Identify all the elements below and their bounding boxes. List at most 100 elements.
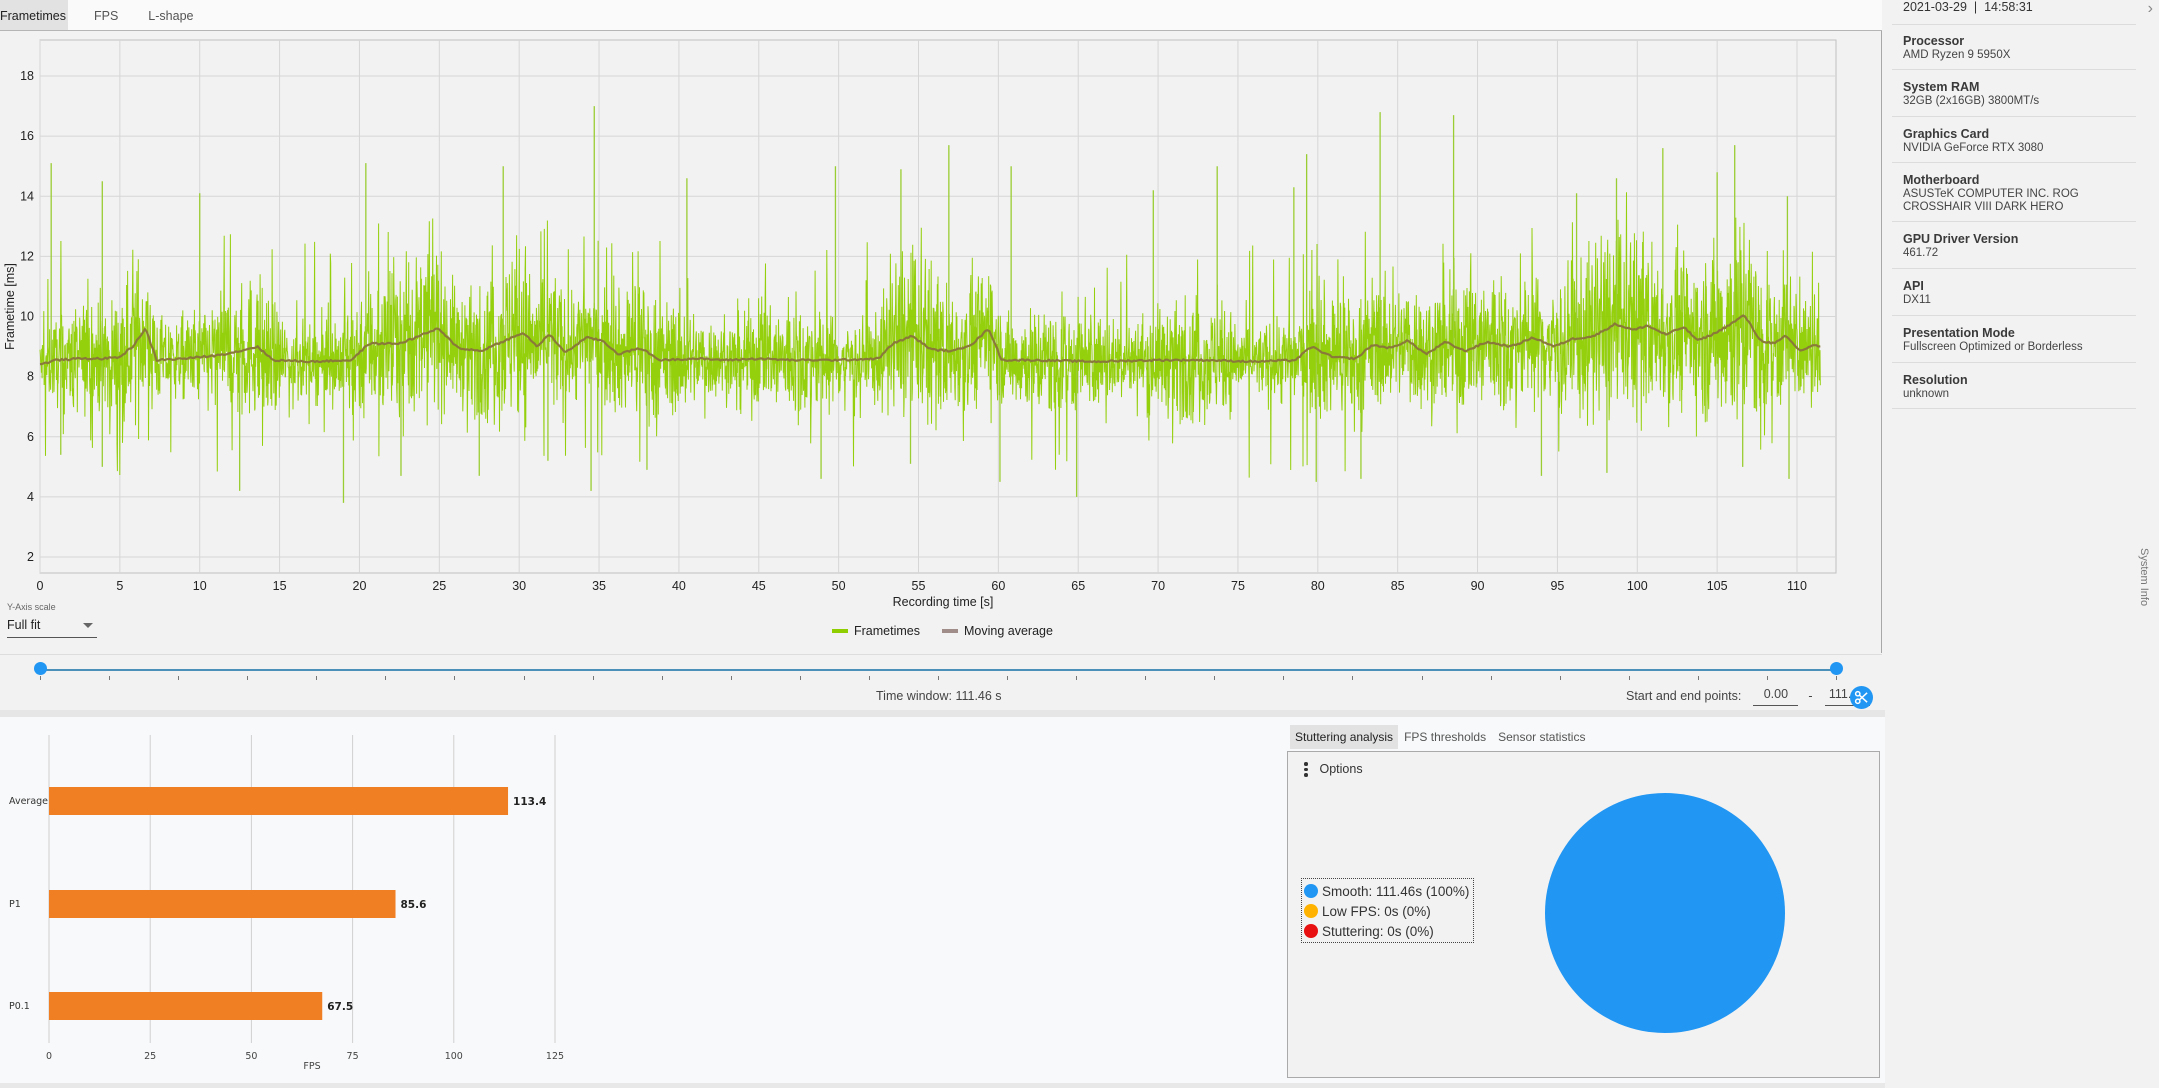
chart-tabs: Frametimes FPS L-shape [0,0,1882,31]
legend-dot-icon [1304,884,1318,898]
legend-swatch [941,629,958,633]
section-divider[interactable] [0,710,1885,717]
x-tick-label: 35 [592,579,606,593]
fps-bar-chart: Average 113.4 P1 85.6 P0.1 67.5 0 25 50 75 100 125… [9,735,564,1072]
range-tick [938,676,939,680]
x-tick-label: 80 [1311,579,1325,593]
pie-legend-item-stuttering: Stuttering: 0s (0%) [1304,921,1469,941]
cut-range-button[interactable] [1850,686,1873,709]
tab-sensor-statistics[interactable]: Sensor statistics [1492,725,1591,749]
range-tick [523,676,525,680]
tab-fps[interactable]: FPS [79,0,133,30]
range-tick [730,676,732,680]
bar-category-label: P0.1 [9,1001,30,1012]
x-tick-label: 60 [991,579,1005,593]
bar-category-label: P1 [9,899,21,910]
range-tick [178,676,180,680]
tab-l-shape[interactable]: L-shape [133,0,208,30]
analysis-panel-container: Stuttering analysis FPS thresholds Senso… [1285,717,1885,1083]
x-tick-label: 10 [193,579,207,593]
chevron-right-icon[interactable]: › [2148,0,2153,18]
start-point-input[interactable]: 0.00 [1753,685,1799,706]
frametime-chart[interactable]: 2 4 6 8 10 12 14 16 18 0 5 10 15 20 25 30 35 40 45 50 55 60 6… [0,31,1882,653]
x-tick-label: 55 [912,579,926,593]
y-axis-title: Frametime [ms] [3,263,17,350]
bar-x-tick-label: 0 [46,1051,52,1062]
y-tick-label: 2 [27,550,34,564]
legend-item-frametimes[interactable]: Frametimes [832,624,920,638]
start-end-points: Start and end points: 0.00 - 111.46 [1626,685,1870,706]
system-info-value: Fullscreen Optimized or Borderless [1903,341,2083,353]
legend-item-moving-average[interactable]: Moving average [941,624,1053,638]
y-tick-label: 6 [27,430,34,444]
range-tick [1421,676,1423,680]
legend-dot-icon [1304,924,1318,938]
system-info-value: NVIDIA GeForce RTX 3080 [1903,142,2044,154]
bar-layer: Average 113.4 P1 85.6 P0.1 67.5 [9,787,546,1020]
x-tick-label: 70 [1151,579,1165,593]
system-info-side-tab[interactable]: System Info [2138,548,2150,606]
y-tick-label: 12 [20,249,34,263]
bar-x-tick-label: 75 [347,1051,359,1062]
x-tick-label: 105 [1707,579,1728,593]
info-separator [1892,116,2136,117]
range-tick [1076,676,1078,680]
fps-bar-chart-panel: Average 113.4 P1 85.6 P0.1 67.5 0 25 50 75 100 125… [0,717,1285,1083]
range-tick [1766,676,1768,680]
info-separator [1892,69,2136,70]
x-tick-label: 90 [1471,579,1485,593]
range-end-handle[interactable] [1830,662,1843,675]
x-tick-label: 20 [353,579,367,593]
system-info-item: API DX11 [1903,279,2133,307]
chart-legend: Frametimes Moving average [832,624,1053,638]
system-info-label: Processor [1903,34,1965,48]
range-tick [1145,676,1147,680]
x-tick-label: 75 [1231,579,1245,593]
x-tick-label: 15 [273,579,287,593]
bar-x-tick-label: 50 [245,1051,257,1062]
x-tick-label: 50 [832,579,846,593]
pie-legend-label: Smooth: 111.46s (100%) [1322,883,1470,899]
range-tick [1490,676,1492,680]
system-info-label: GPU Driver Version [1903,232,2019,246]
range-tick [1697,676,1699,680]
range-slider-track[interactable] [40,669,1836,671]
range-separator: - [1808,688,1813,703]
x-tick-label: 110 [1787,579,1807,593]
bar-average [49,787,509,815]
bar-p1 [49,890,396,918]
system-info-value: DX11 [1903,294,1931,306]
time-range-panel: Time window: 111.46 s Start and end poin… [0,654,1882,710]
info-separator [1892,162,2136,163]
tab-frametimes[interactable]: Frametimes [0,0,68,30]
system-info-item: Graphics Card NVIDIA GeForce RTX 3080 [1903,127,2133,155]
legend-dot-icon [1304,904,1318,918]
stuttering-analysis-panel: Options Smooth: 111.46s (100%) Low FPS: … [1287,751,1880,1078]
range-tick [454,676,456,680]
bar-x-tick-label: 125 [546,1051,564,1062]
pie-legend: Smooth: 111.46s (100%) Low FPS: 0s (0%) … [1301,878,1475,943]
start-end-label: Start and end points: [1626,688,1742,703]
x-tick-label: 0 [37,579,44,593]
bar-category-label: Average [9,796,48,807]
range-tick [1007,676,1009,680]
tab-fps-thresholds[interactable]: FPS thresholds [1398,725,1492,749]
range-tick [1283,676,1285,680]
options-button[interactable]: Options [1304,762,1363,777]
system-info-value: unknown [1903,388,1950,400]
range-tick [109,676,111,680]
range-start-handle[interactable] [34,662,47,675]
recording-timestamp: 2021-03-29 | 14:58:31 [1903,0,2033,14]
x-tick-label: 30 [512,579,526,593]
tab-stuttering-analysis[interactable]: Stuttering analysis [1290,725,1399,749]
range-tick [1352,676,1354,680]
y-axis-scale-dropdown[interactable]: Full fit [7,616,97,638]
more-vertical-icon [1304,762,1308,777]
time-window-readout: Time window: 111.46 s [876,689,1002,703]
info-separator [1892,24,2136,25]
analysis-tabs: Stuttering analysis FPS thresholds Senso… [1290,725,1591,749]
y-tick-label: 4 [27,490,34,504]
pie-legend-item-smooth: Smooth: 111.46s (100%) [1304,881,1469,901]
y-axis-scale-value: Full fit [7,618,41,632]
x-tick-label: 95 [1550,579,1564,593]
